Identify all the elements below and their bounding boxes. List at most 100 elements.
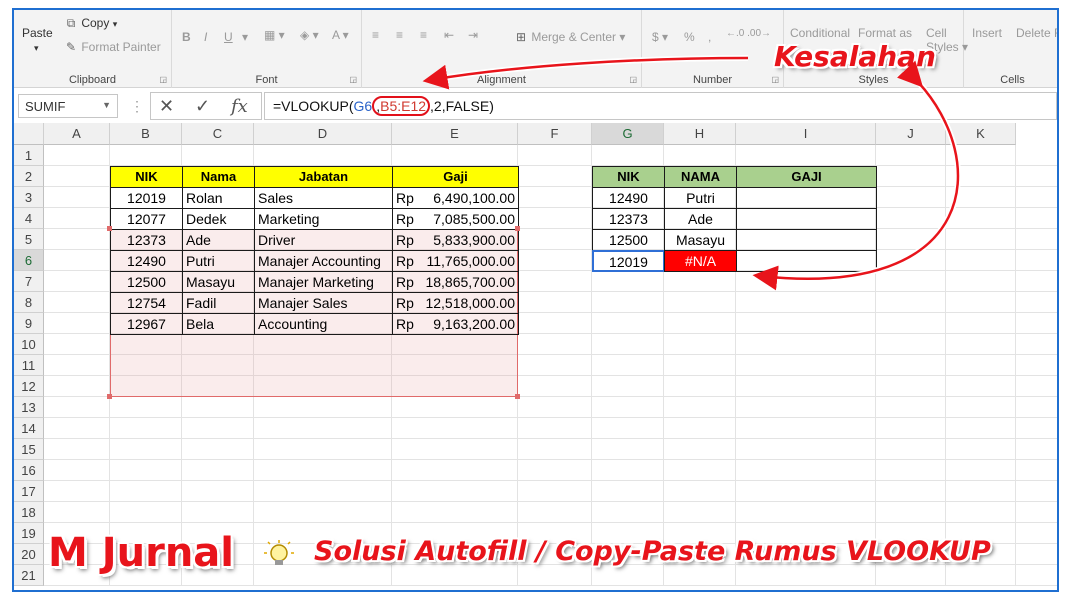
currency-icon[interactable]: $ ▾ — [652, 30, 668, 44]
underline-button[interactable]: U — [224, 30, 233, 44]
column-header-c[interactable]: C — [182, 123, 254, 145]
table-cell-jabatan[interactable]: Accounting — [254, 313, 393, 335]
table-cell-jabatan[interactable]: Sales — [254, 187, 393, 209]
name-box[interactable]: SUMIF ▼ — [18, 94, 118, 118]
table-cell-nama[interactable]: Rolan — [182, 187, 255, 209]
lookup-cell-gaji[interactable] — [736, 229, 877, 251]
table-cell-nik[interactable]: 12077 — [110, 208, 183, 230]
lookup-cell-gaji[interactable] — [736, 187, 877, 209]
align-center-icon[interactable]: ≡ — [396, 28, 403, 42]
format-button[interactable]: Fo — [1054, 26, 1057, 40]
launcher-icon[interactable]: ◲ — [349, 75, 357, 84]
percent-button[interactable]: % — [684, 30, 695, 44]
lookup-cell-nama[interactable]: Masayu — [664, 229, 737, 251]
column-header-k[interactable]: K — [946, 123, 1016, 145]
row-header-13[interactable]: 13 — [14, 397, 44, 418]
table-cell-gaji[interactable]: Rp 9,163,200.00 — [392, 313, 519, 335]
decimal-icon[interactable]: ←.0 .00→ — [726, 28, 771, 39]
active-cell-g6[interactable]: 12019 — [592, 250, 665, 272]
table-cell-gaji[interactable]: Rp 5,833,900.00 — [392, 229, 519, 251]
paste-button[interactable]: Paste ▾ — [22, 26, 53, 54]
select-all-corner[interactable] — [14, 123, 44, 145]
lookup-cell-nama[interactable]: Ade — [664, 208, 737, 230]
borders-icon[interactable]: ▦ ▾ — [264, 28, 285, 42]
align-right-icon[interactable]: ≡ — [420, 28, 427, 42]
range-handle[interactable] — [515, 394, 520, 399]
table-cell-nik[interactable]: 12019 — [110, 187, 183, 209]
row-header-9[interactable]: 9 — [14, 313, 44, 334]
table1-header[interactable]: NIK — [110, 166, 183, 188]
row-header-12[interactable]: 12 — [14, 376, 44, 397]
table-cell-nik[interactable]: 12490 — [110, 250, 183, 272]
comma-button[interactable]: , — [708, 30, 711, 44]
table-cell-jabatan[interactable]: Manajer Accounting — [254, 250, 393, 272]
range-handle[interactable] — [107, 394, 112, 399]
table-cell-nama[interactable]: Masayu — [182, 271, 255, 293]
table-cell-nik[interactable]: 12500 — [110, 271, 183, 293]
fx-icon[interactable]: fx — [231, 96, 248, 117]
delete-button[interactable]: Delete — [1016, 26, 1051, 40]
table-cell-nama[interactable]: Fadil — [182, 292, 255, 314]
lookup-cell-gaji[interactable] — [736, 208, 877, 230]
range-handle[interactable] — [107, 226, 112, 231]
row-header-3[interactable]: 3 — [14, 187, 44, 208]
table-cell-gaji[interactable]: Rp 11,765,000.00 — [392, 250, 519, 272]
table-cell-gaji[interactable]: Rp 7,085,500.00 — [392, 208, 519, 230]
bold-button[interactable]: B — [182, 30, 191, 44]
table-cell-nama[interactable]: Dedek — [182, 208, 255, 230]
insert-button[interactable]: Insert — [972, 26, 1002, 40]
row-header-5[interactable]: 5 — [14, 229, 44, 250]
row-header-17[interactable]: 17 — [14, 481, 44, 502]
table2-header[interactable]: GAJI — [736, 166, 877, 188]
range-handle[interactable] — [515, 226, 520, 231]
row-header-14[interactable]: 14 — [14, 418, 44, 439]
column-header-d[interactable]: D — [254, 123, 392, 145]
row-header-6[interactable]: 6 — [14, 250, 44, 271]
table-cell-nik[interactable]: 12373 — [110, 229, 183, 251]
launcher-icon[interactable]: ◲ — [159, 75, 167, 84]
cancel-icon[interactable]: ✕ — [159, 96, 174, 117]
underline-dropdown-icon[interactable]: ▾ — [242, 30, 248, 44]
row-header-10[interactable]: 10 — [14, 334, 44, 355]
column-header-b[interactable]: B — [110, 123, 182, 145]
table1-header[interactable]: Nama — [182, 166, 255, 188]
worksheet-grid[interactable]: A B C D E F G H I J K 1 2 3 4 5 6 7 8 9 10 11 12 13 14 15 16 17 18 19… — [14, 123, 1057, 590]
table-cell-jabatan[interactable]: Manajer Sales — [254, 292, 393, 314]
enter-check-icon[interactable]: ✓ — [195, 96, 210, 117]
lookup-cell-nama[interactable]: Putri — [664, 187, 737, 209]
launcher-icon[interactable]: ◲ — [629, 75, 637, 84]
column-header-f[interactable]: F — [518, 123, 592, 145]
increase-indent-icon[interactable]: ⇥ — [468, 28, 478, 42]
column-header-h[interactable]: H — [664, 123, 736, 145]
table-cell-nama[interactable]: Ade — [182, 229, 255, 251]
error-cell-na[interactable]: #N/A — [664, 250, 737, 272]
table-cell-jabatan[interactable]: Manajer Marketing — [254, 271, 393, 293]
table1-header[interactable]: Jabatan — [254, 166, 393, 188]
table-cell-nik[interactable]: 12754 — [110, 292, 183, 314]
align-left-icon[interactable]: ≡ — [372, 28, 379, 42]
table2-header[interactable]: NAMA — [664, 166, 737, 188]
table-cell-nik[interactable]: 12967 — [110, 313, 183, 335]
row-header-19[interactable]: 19 — [14, 523, 44, 544]
decrease-indent-icon[interactable]: ⇤ — [444, 28, 454, 42]
row-header-2[interactable]: 2 — [14, 166, 44, 187]
table1-header[interactable]: Gaji — [392, 166, 519, 188]
row-header-1[interactable]: 1 — [14, 145, 44, 166]
row-header-20[interactable]: 20 — [14, 544, 44, 565]
conditional-formatting-button[interactable]: Conditional — [790, 26, 850, 40]
lookup-cell-nik[interactable]: 12373 — [592, 208, 665, 230]
copy-button[interactable]: ⧉ Copy ▾ — [64, 16, 118, 31]
row-header-11[interactable]: 11 — [14, 355, 44, 376]
format-painter-button[interactable]: ✎ Format Painter — [64, 40, 161, 54]
table-cell-nama[interactable]: Putri — [182, 250, 255, 272]
merge-center-button[interactable]: ⊞ Merge & Center ▾ — [514, 30, 625, 44]
row-header-21[interactable]: 21 — [14, 565, 44, 586]
column-header-g[interactable]: G — [592, 123, 664, 145]
formula-input[interactable]: =VLOOKUP(G6 ,B5:E12,2,FALSE) — [264, 92, 1057, 120]
column-header-j[interactable]: J — [876, 123, 946, 145]
table-cell-gaji[interactable]: Rp 12,518,000.00 — [392, 292, 519, 314]
table-cell-jabatan[interactable]: Driver — [254, 229, 393, 251]
lookup-cell-nik[interactable]: 12500 — [592, 229, 665, 251]
row-header-8[interactable]: 8 — [14, 292, 44, 313]
table-cell-jabatan[interactable]: Marketing — [254, 208, 393, 230]
